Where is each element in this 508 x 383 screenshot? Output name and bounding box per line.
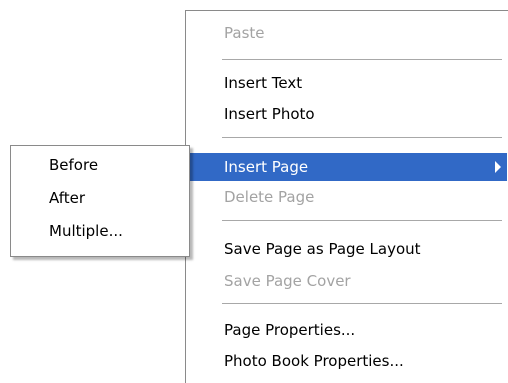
- menu-item-label: Paste: [224, 24, 265, 42]
- menu-separator: [222, 220, 502, 221]
- menu-item-label: Save Page as Page Layout: [224, 240, 421, 258]
- menu-item-save-page-as-layout[interactable]: Save Page as Page Layout: [189, 235, 507, 263]
- menu-item-insert-page[interactable]: Insert Page: [189, 153, 507, 181]
- menu-item-delete-page[interactable]: Delete Page: [189, 183, 507, 211]
- menu-item-label: Before: [49, 156, 99, 174]
- menu-item-save-page-cover[interactable]: Save Page Cover: [189, 267, 507, 295]
- menu-separator: [222, 303, 502, 304]
- menu-item-page-properties[interactable]: Page Properties...: [189, 316, 507, 344]
- submenu-item-after[interactable]: After: [14, 184, 186, 212]
- menu-item-label: After: [49, 189, 86, 207]
- insert-page-submenu: Before After Multiple...: [10, 145, 190, 257]
- menu-item-insert-photo[interactable]: Insert Photo: [189, 100, 507, 128]
- menu-item-label: Insert Text: [224, 74, 303, 92]
- context-menu: Paste Insert Text Insert Photo Insert Pa…: [185, 10, 508, 383]
- menu-item-insert-text[interactable]: Insert Text: [189, 69, 507, 97]
- menu-separator: [222, 137, 502, 138]
- menu-item-photo-book-properties[interactable]: Photo Book Properties...: [189, 347, 507, 375]
- menu-item-paste[interactable]: Paste: [189, 19, 507, 47]
- submenu-item-before[interactable]: Before: [14, 151, 186, 179]
- menu-item-label: Page Properties...: [224, 321, 356, 339]
- submenu-item-multiple[interactable]: Multiple...: [14, 217, 186, 245]
- submenu-arrow-icon: [495, 161, 501, 173]
- menu-separator: [222, 59, 502, 60]
- menu-item-label: Insert Page: [224, 158, 309, 176]
- menu-item-label: Insert Photo: [224, 105, 315, 123]
- menu-item-label: Save Page Cover: [224, 272, 351, 290]
- menu-item-label: Photo Book Properties...: [224, 352, 404, 370]
- menu-item-label: Delete Page: [224, 188, 315, 206]
- menu-item-label: Multiple...: [49, 222, 123, 240]
